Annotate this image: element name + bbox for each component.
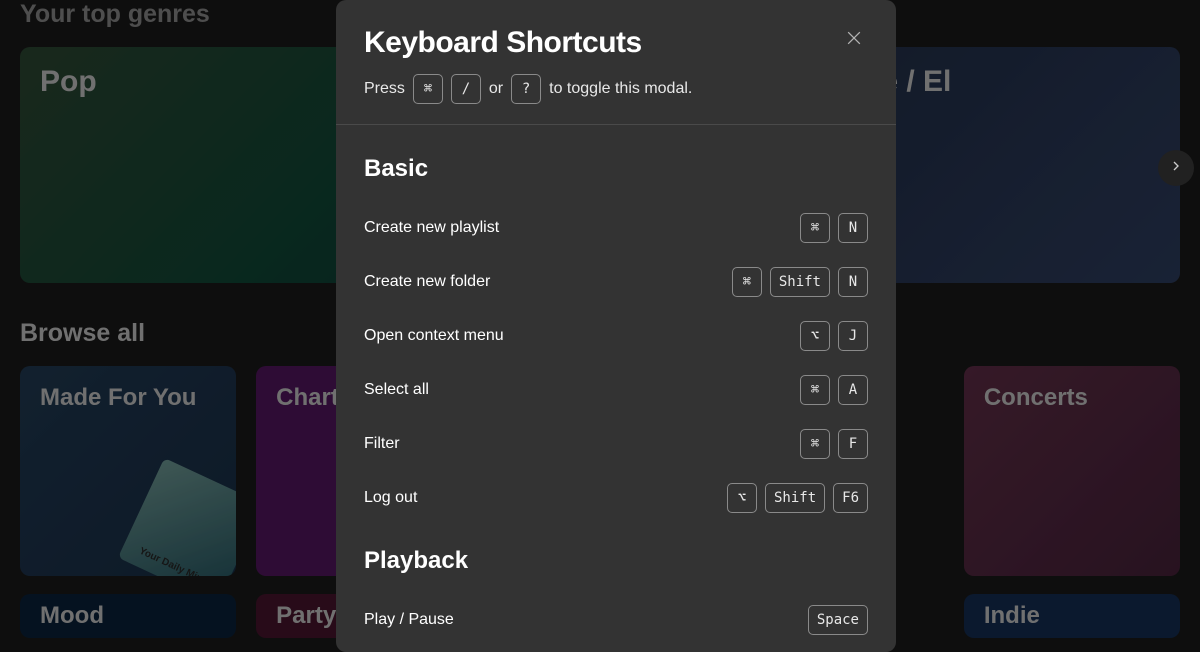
shortcut-keys: ⌘ N (800, 213, 868, 243)
shortcut-row: Select all ⌘ A (364, 363, 868, 417)
shortcut-label: Select all (364, 381, 429, 399)
shortcut-label: Play / Pause (364, 611, 454, 629)
key: F6 (833, 483, 868, 513)
key: A (838, 375, 868, 405)
shortcut-row: Log out ⌥ Shift F6 (364, 471, 868, 525)
key: Space (808, 605, 868, 635)
close-icon (844, 35, 864, 52)
key: ⌘ (800, 375, 830, 405)
shortcut-label: Log out (364, 489, 417, 507)
shortcut-row: Filter ⌘ F (364, 417, 868, 471)
shortcut-label: Create new playlist (364, 219, 499, 237)
key: Shift (770, 267, 830, 297)
shortcut-row: Create new playlist ⌘ N (364, 201, 868, 255)
modal-body[interactable]: Basic Create new playlist ⌘ N Create new… (336, 125, 896, 652)
key: ⌘ (732, 267, 762, 297)
key-question: ? (511, 74, 541, 104)
shortcut-row: Open context menu ⌥ J (364, 309, 868, 363)
shortcut-keys: ⌥ J (800, 321, 868, 351)
subtitle-text: or (489, 80, 503, 98)
shortcut-row: Like ⌥ Shift B (364, 647, 868, 652)
group-title-playback: Playback (364, 547, 868, 575)
shortcut-keys: ⌘ Shift N (732, 267, 868, 297)
key: N (838, 213, 868, 243)
subtitle-text: to toggle this modal. (549, 80, 692, 98)
shortcut-keys: ⌥ Shift F6 (727, 483, 868, 513)
key-slash: / (451, 74, 481, 104)
key: ⌥ (800, 321, 830, 351)
close-button[interactable] (844, 28, 872, 56)
key: J (838, 321, 868, 351)
shortcut-row: Create new folder ⌘ Shift N (364, 255, 868, 309)
modal-title: Keyboard Shortcuts (364, 26, 868, 60)
shortcut-label: Open context menu (364, 327, 504, 345)
shortcut-keys: Space (808, 605, 868, 635)
group-title-basic: Basic (364, 155, 868, 183)
key: Shift (765, 483, 825, 513)
key: F (838, 429, 868, 459)
modal-header: Keyboard Shortcuts Press ⌘ / or ? to tog… (336, 0, 896, 124)
shortcut-label: Create new folder (364, 273, 490, 291)
key: ⌘ (800, 429, 830, 459)
key: ⌘ (800, 213, 830, 243)
modal-subtitle: Press ⌘ / or ? to toggle this modal. (364, 74, 868, 104)
keyboard-shortcuts-modal: Keyboard Shortcuts Press ⌘ / or ? to tog… (336, 0, 896, 652)
shortcut-row: Play / Pause Space (364, 593, 868, 647)
shortcut-keys: ⌘ F (800, 429, 868, 459)
key: N (838, 267, 868, 297)
subtitle-text: Press (364, 80, 405, 98)
key: ⌥ (727, 483, 757, 513)
shortcut-keys: ⌘ A (800, 375, 868, 405)
shortcut-label: Filter (364, 435, 400, 453)
key-cmd: ⌘ (413, 74, 443, 104)
